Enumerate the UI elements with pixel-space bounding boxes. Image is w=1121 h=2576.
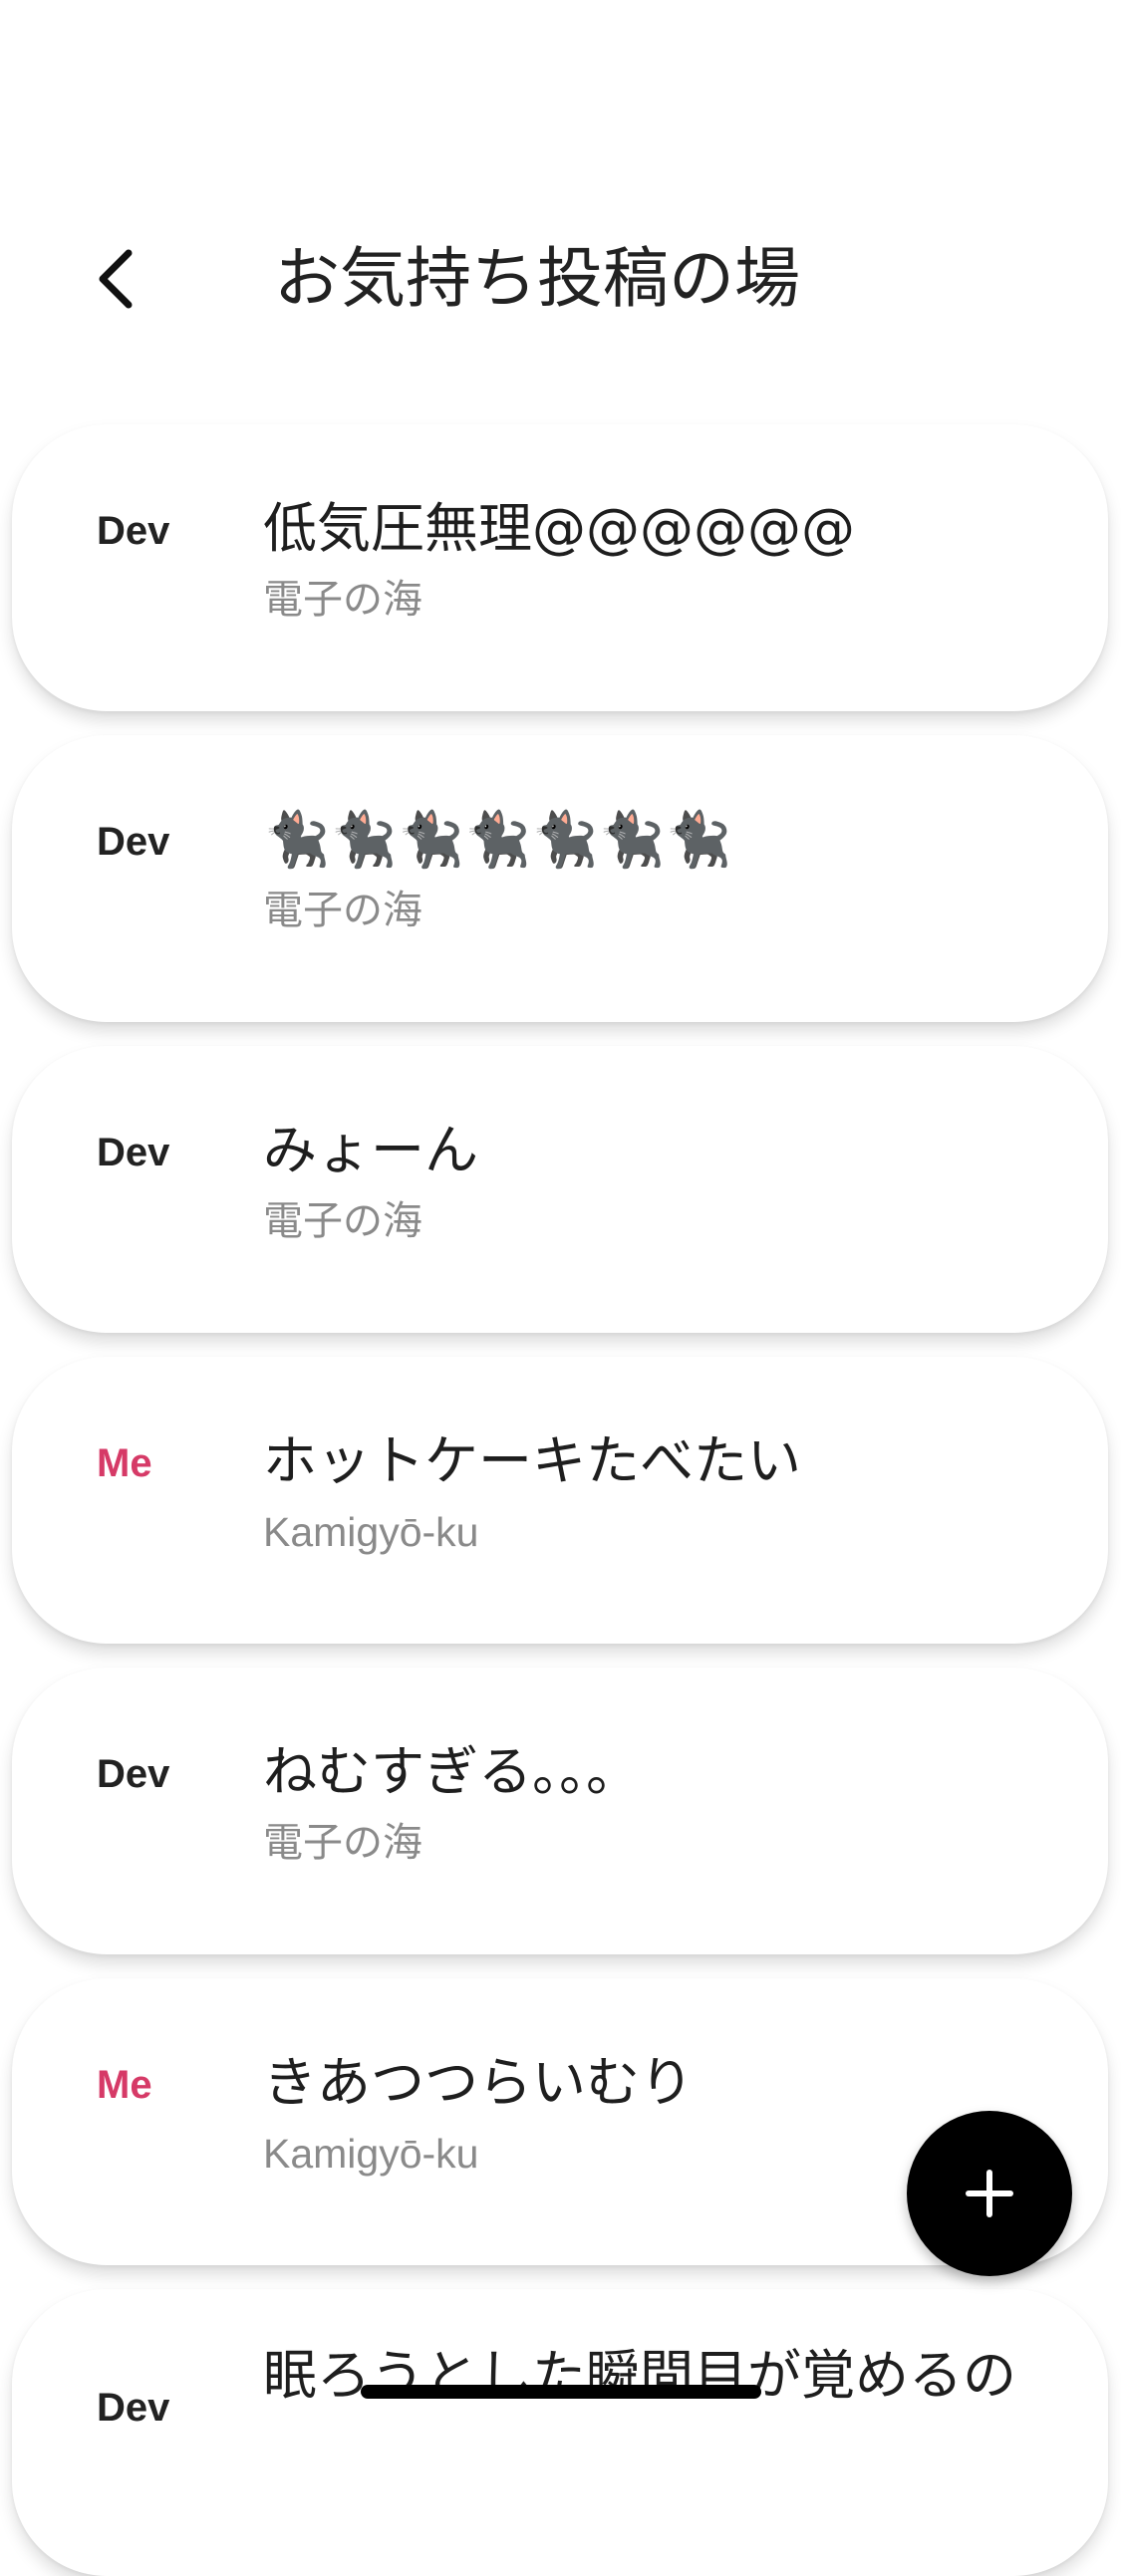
post-message: 低気圧無理@@@@@@ bbox=[263, 497, 855, 560]
post-message: ホットケーキたべたい bbox=[263, 1429, 801, 1492]
post-location: Kamigyō-ku bbox=[263, 1509, 479, 1555]
post-card[interactable]: Dev みょーん 電子の海 bbox=[12, 1046, 1108, 1333]
post-author: Dev bbox=[97, 1752, 170, 1796]
add-post-button[interactable] bbox=[907, 2111, 1072, 2276]
post-author: Me bbox=[97, 1441, 152, 1485]
post-message: きあつつらいむり bbox=[263, 2051, 694, 2114]
post-card[interactable]: Dev 眠ろうとした瞬間目が覚めるの bbox=[12, 2289, 1108, 2576]
post-location: 電子の海 bbox=[263, 888, 422, 933]
post-message: 🐈‍⬛🐈‍⬛🐈‍⬛🐈‍⬛🐈‍⬛🐈‍⬛🐈‍⬛ bbox=[263, 808, 732, 871]
post-location: Kamigyō-ku bbox=[263, 2131, 479, 2177]
post-author: Dev bbox=[97, 1131, 170, 1174]
post-list[interactable]: Dev 低気圧無理@@@@@@ 電子の海 Dev 🐈‍⬛🐈‍⬛🐈‍⬛🐈‍⬛🐈‍⬛… bbox=[0, 0, 1121, 2576]
post-author: Me bbox=[97, 2063, 152, 2107]
plus-icon bbox=[966, 2170, 1013, 2217]
post-card[interactable]: Me ホットケーキたべたい Kamigyō-ku bbox=[12, 1357, 1108, 1644]
post-author: Dev bbox=[97, 509, 170, 553]
post-message: 眠ろうとした瞬間目が覚めるの bbox=[263, 2344, 1016, 2407]
post-message: みょーん bbox=[263, 1119, 478, 1181]
post-author: Dev bbox=[97, 820, 170, 864]
post-location: 電子の海 bbox=[263, 1198, 422, 1244]
post-card[interactable]: Dev ねむすぎる。。。 電子の海 bbox=[12, 1668, 1108, 1954]
post-author: Dev bbox=[97, 2386, 170, 2430]
post-card[interactable]: Dev 🐈‍⬛🐈‍⬛🐈‍⬛🐈‍⬛🐈‍⬛🐈‍⬛🐈‍⬛ 電子の海 bbox=[12, 735, 1108, 1022]
post-location: 電子の海 bbox=[263, 1820, 422, 1866]
post-card[interactable]: Dev 低気圧無理@@@@@@ 電子の海 bbox=[12, 424, 1108, 711]
post-location: 電子の海 bbox=[263, 577, 422, 623]
post-message: ねむすぎる。。。 bbox=[263, 1740, 640, 1803]
home-indicator bbox=[361, 2385, 761, 2399]
